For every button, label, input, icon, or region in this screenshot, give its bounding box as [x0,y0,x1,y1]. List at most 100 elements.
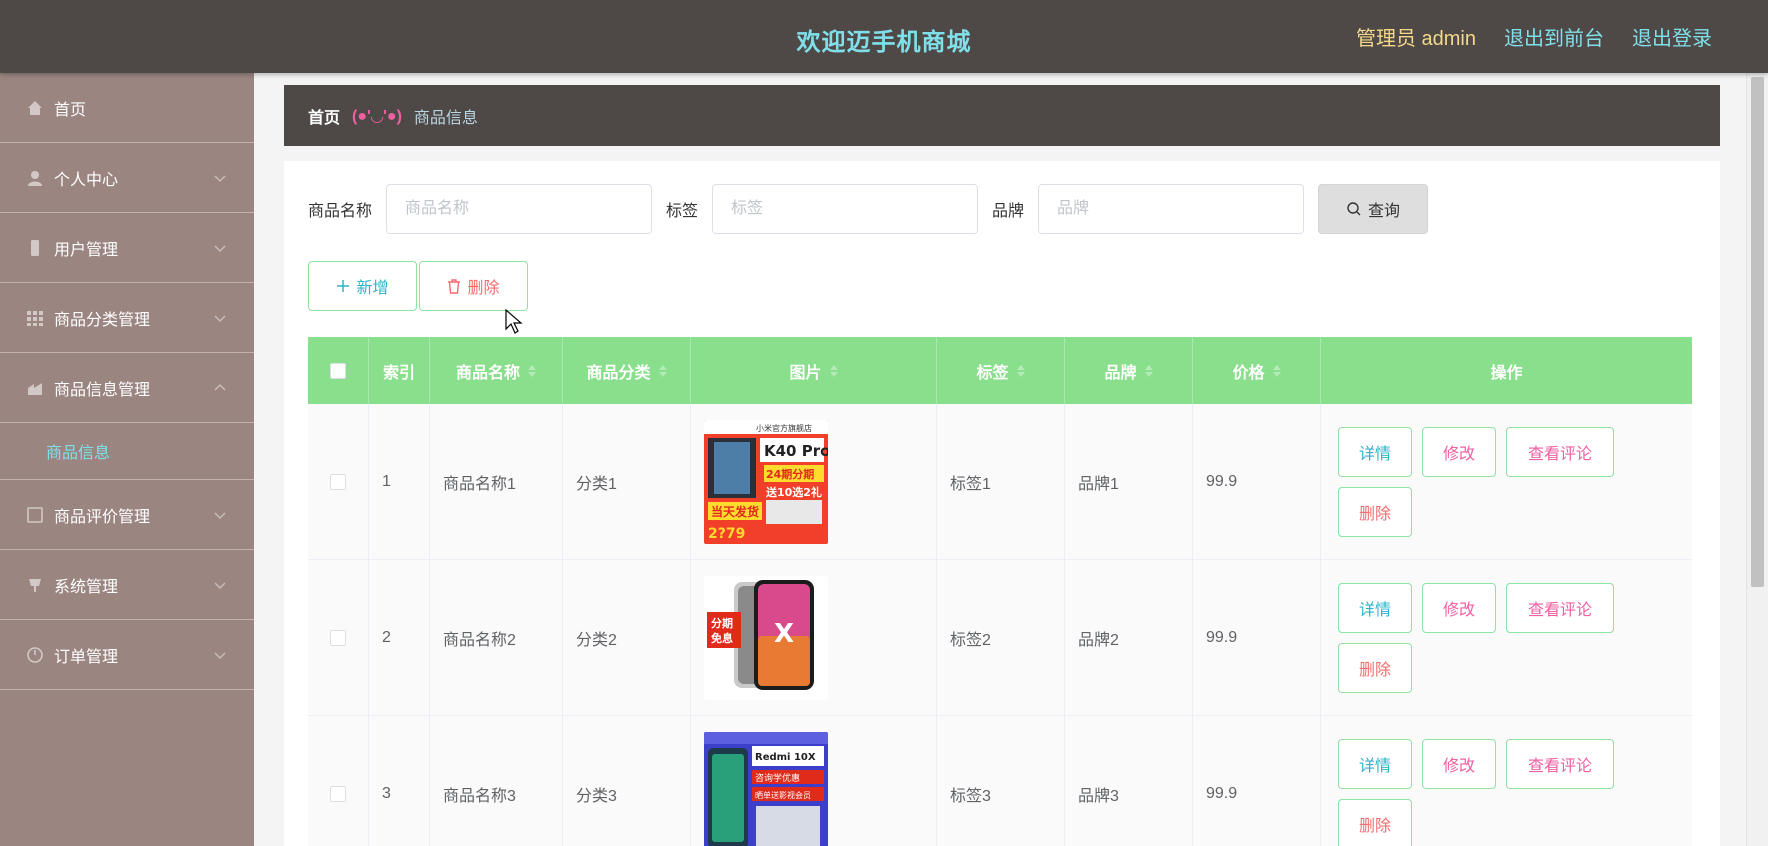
name-label: 商品名称 [308,203,373,220]
breadcrumb-home[interactable]: 首页 [308,104,340,128]
logout-link[interactable]: 退出登录 [1632,22,1712,51]
sort-icon[interactable] [658,364,667,377]
breadcrumb-current: 商品信息 [413,109,478,127]
detail-button[interactable]: 详情 [1338,582,1412,633]
table-row: 2 商品名称2 分类2 X 分期 免息 标签2 品牌2 99.9 详情 修改 查… [308,560,1692,716]
header-label: 图片 [789,364,822,382]
tag-cell: 标签1 [937,404,1065,559]
view-reviews-button[interactable]: 查看评论 [1506,426,1614,477]
view-reviews-button[interactable]: 查看评论 [1506,582,1614,633]
product-image: Redmi 10X 咨询学优惠 晒单送影视会员 [704,731,828,846]
sidebar-item-label: 个人中心 [54,171,119,189]
image-cell: 小米官方旗舰店 K40 Pro 24期分期 送10选2礼 当天发货 2?79 [691,404,937,559]
name-search-input[interactable] [386,184,653,234]
header-tag[interactable]: 标签 [937,337,1065,404]
back-to-front-link[interactable]: 退出到前台 [1504,22,1604,51]
row-checkbox[interactable] [330,785,346,802]
phone-icon [24,237,46,259]
header-name[interactable]: 商品名称 [430,337,563,404]
sort-icon[interactable] [1144,364,1153,377]
comment-icon [24,504,46,526]
name-cell: 商品名称2 [430,560,563,715]
brand-cell: 品牌3 [1065,716,1193,846]
header-category[interactable]: 商品分类 [563,337,691,404]
batch-delete-button[interactable]: 删除 [419,261,528,311]
table-row: 1 商品名称1 分类1 小米官方旗舰店 K40 Pro 24期分期 送10选2礼… [308,404,1692,560]
chevron-up-icon [214,383,226,391]
header-image[interactable]: 图片 [691,337,937,404]
header-operations: 操作 [1321,337,1692,404]
sidebar-item-label: 用户管理 [54,241,119,259]
sort-icon[interactable] [1272,364,1281,377]
action-toolbar: 新增 删除 [308,261,528,311]
name-cell: 商品名称1 [430,404,563,559]
chevron-down-icon [214,315,226,323]
edit-button[interactable]: 修改 [1422,738,1496,789]
user-icon [24,167,46,189]
sidebar-item-review-management[interactable]: 商品评价管理 [0,480,254,550]
breadcrumb: 首页 (●'◡'●) 商品信息 [284,85,1720,146]
view-reviews-button[interactable]: 查看评论 [1506,738,1614,789]
category-cell: 分类3 [563,716,691,846]
index-cell: 2 [369,560,430,715]
row-checkbox[interactable] [330,473,346,490]
image-text: 分期 [711,616,733,630]
sidebar-item-user-management[interactable]: 用户管理 [0,213,254,283]
header-brand[interactable]: 品牌 [1065,337,1193,404]
search-icon [1347,202,1361,216]
sort-icon[interactable] [829,364,838,377]
search-form: 商品名称 标签 品牌 查询 [308,184,1429,234]
vertical-scrollbar[interactable] [1746,73,1768,846]
operations-group: 详情 修改 查看评论 删除 [1334,582,1624,693]
batch-delete-button-label: 删除 [467,280,500,297]
index-cell: 3 [369,716,430,846]
brand-search-input[interactable] [1038,184,1305,234]
image-text: 2?79 [708,526,745,542]
header-label: 品牌 [1104,364,1137,382]
row-checkbox[interactable] [330,629,346,646]
operations-cell: 详情 修改 查看评论 删除 [1321,716,1692,846]
header-label: 商品名称 [455,364,520,382]
chevron-down-icon [214,582,226,590]
detail-button[interactable]: 详情 [1338,426,1412,477]
price-cell: 99.9 [1193,716,1321,846]
sidebar-item-personal-center[interactable]: 个人中心 [0,143,254,213]
header-select-all [308,337,369,404]
add-button[interactable]: 新增 [308,261,417,311]
goods-table: 索引 商品名称 商品分类 图片 标签 品牌 价格 操作 1 商品名称1 分类1 [308,337,1692,846]
scrollbar-thumb[interactable] [1751,77,1764,587]
sidebar-item-goods-management[interactable]: 商品信息管理 [0,353,254,423]
sidebar-subitem-goods-info[interactable]: 商品信息 [0,423,254,480]
tag-label: 标签 [666,203,699,220]
index-cell: 1 [369,404,430,559]
query-button-label: 查询 [1368,203,1401,220]
image-text: K40 Pro [764,442,828,460]
delete-button[interactable]: 删除 [1338,798,1412,846]
edit-button[interactable]: 修改 [1422,582,1496,633]
image-text: 小米官方旗舰店 [756,423,812,433]
edit-button[interactable]: 修改 [1422,426,1496,477]
sort-icon[interactable] [528,364,536,377]
query-button[interactable]: 查询 [1318,184,1429,234]
delete-button[interactable]: 删除 [1338,486,1412,537]
detail-button[interactable]: 详情 [1338,738,1412,789]
category-cell: 分类1 [563,404,691,559]
tag-search-input[interactable] [712,184,979,234]
header-price[interactable]: 价格 [1193,337,1321,404]
sidebar-item-category-management[interactable]: 商品分类管理 [0,283,254,353]
brand-cell: 品牌2 [1065,560,1193,715]
image-text: 24期分期 [766,467,814,481]
sort-icon[interactable] [1016,364,1025,377]
header-label: 标签 [976,364,1009,382]
tag-cell: 标签3 [937,716,1065,846]
header-label: 价格 [1232,364,1265,382]
sidebar-item-order-management[interactable]: 订单管理 [0,620,254,690]
home-icon [24,97,46,119]
sidebar-item-system-management[interactable]: 系统管理 [0,550,254,620]
table-header: 索引 商品名称 商品分类 图片 标签 品牌 价格 操作 [308,337,1692,404]
brand-cell: 品牌1 [1065,404,1193,559]
image-text: 免息 [711,631,733,645]
sidebar-item-home[interactable]: 首页 [0,73,254,143]
select-all-checkbox[interactable] [330,362,346,379]
delete-button[interactable]: 删除 [1338,642,1412,693]
